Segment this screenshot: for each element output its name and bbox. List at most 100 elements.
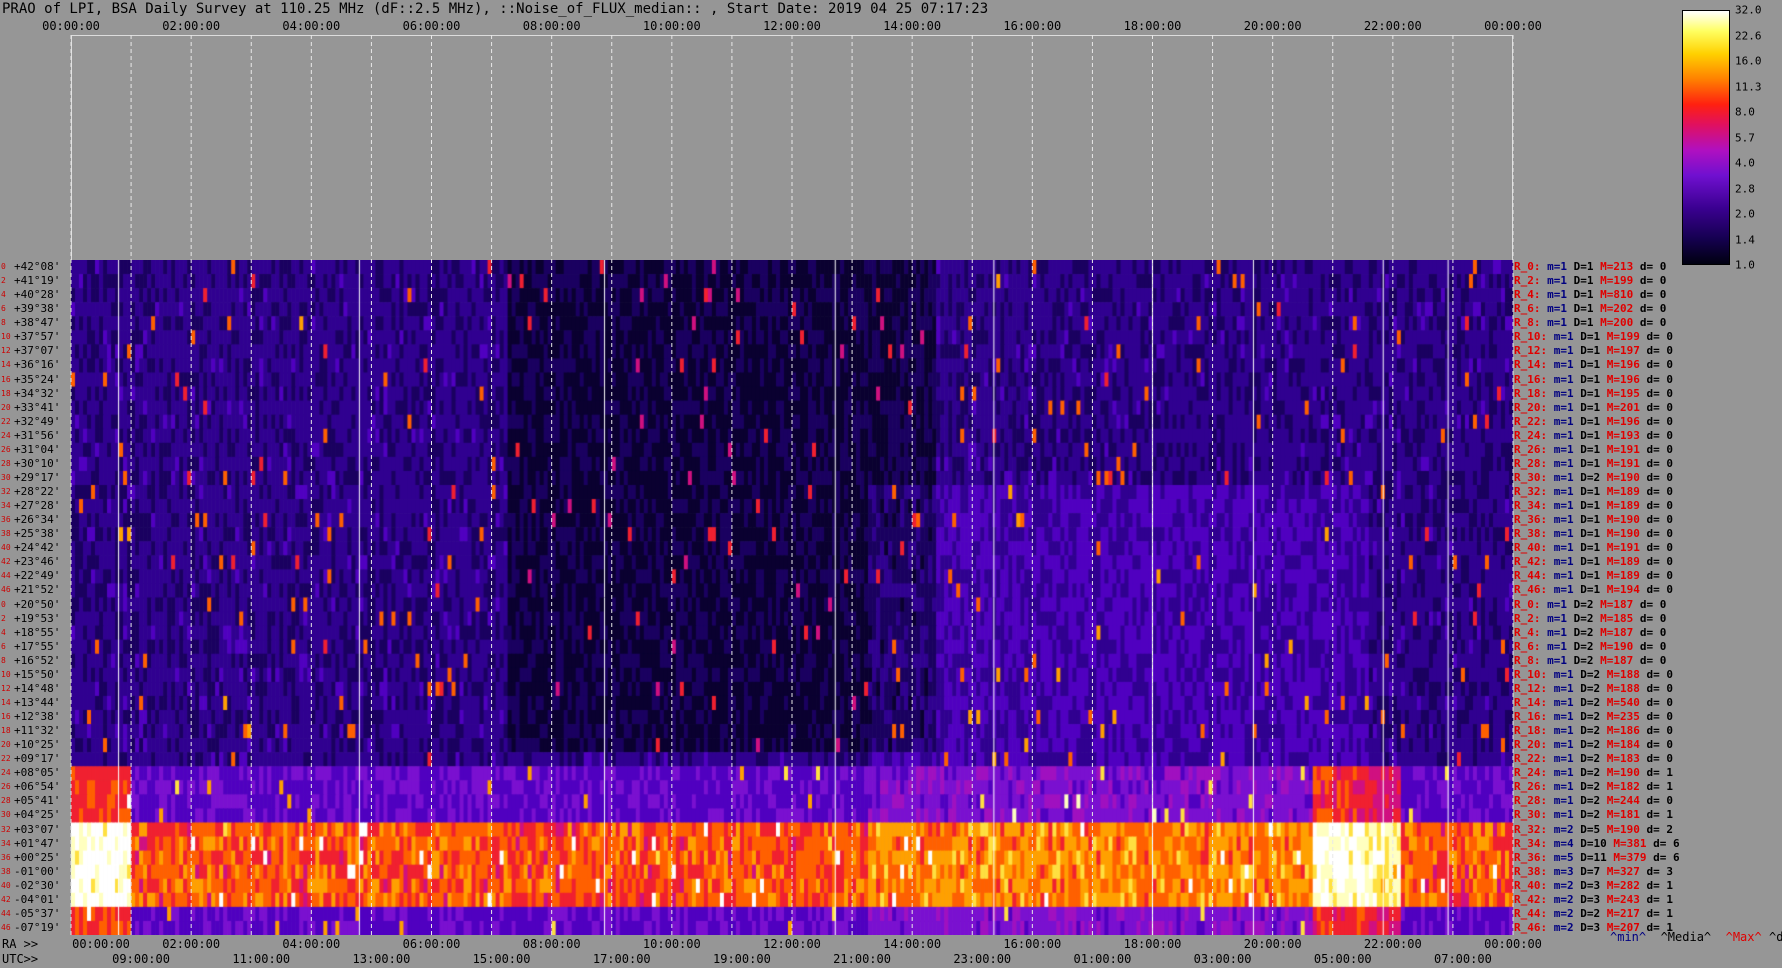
row-stat-max: M=195 <box>1606 386 1647 400</box>
ra-tick-label: 06:00:00 <box>402 937 461 951</box>
row-stat-name: R_26: <box>1514 442 1554 456</box>
declination-row-label: 2 +41°19' <box>0 274 71 288</box>
ra-tick-label: 22:00:00 <box>1363 937 1422 951</box>
row-stat: R_30: m=1 D=2 M=190 d= 0 <box>1514 471 1673 485</box>
row-stat-median: D=2 <box>1573 611 1601 625</box>
row-stat-dev: d= 0 <box>1646 414 1674 428</box>
row-stat-dev: d= 0 <box>1639 625 1667 639</box>
row-stat-min: m=1 <box>1553 428 1581 442</box>
row-index: 14 <box>1 697 11 707</box>
declination-value: +33°41' <box>14 400 61 414</box>
row-stat-median: D=2 <box>1580 695 1607 709</box>
row-stat: R_40: m=2 D=3 M=282 d= 1 <box>1514 879 1673 893</box>
row-stat-median: D=1 <box>1580 555 1607 569</box>
declination-value: +08°05' <box>14 766 61 780</box>
row-stat-min: m=2 <box>1553 892 1581 906</box>
row-stat: R_36: m=1 D=1 M=190 d= 0 <box>1514 513 1673 527</box>
row-stat-min: m=1 <box>1553 555 1581 569</box>
declination-row-label: 0 +42°08' <box>0 260 71 274</box>
declination-value: +05°41' <box>14 794 61 808</box>
row-stat-median: D=7 <box>1580 864 1607 878</box>
row-stat-dev: d= 0 <box>1646 541 1674 555</box>
row-stat: R_6: m=1 D=2 M=190 d= 0 <box>1514 640 1666 654</box>
declination-value: +37°07' <box>14 344 61 358</box>
row-index: 2 <box>1 276 6 286</box>
row-stat-median: D=1 <box>1573 274 1601 288</box>
row-stat-dev: d= 0 <box>1646 470 1674 484</box>
row-stat: R_8: m=1 D=2 M=187 d= 0 <box>1514 654 1666 668</box>
row-stat: R_26: m=1 D=2 M=182 d= 1 <box>1514 780 1673 794</box>
colorbar-tick: 16.0 <box>1735 54 1762 68</box>
row-stat-max: M=190 <box>1606 513 1647 527</box>
row-stat-max: M=187 <box>1600 625 1640 639</box>
row-index: 40 <box>1 880 11 890</box>
declination-value: -01°00' <box>14 864 61 878</box>
row-index: 0 <box>1 262 6 271</box>
declination-value: +38°47' <box>14 316 61 330</box>
legend-max: ^Max^ <box>1725 930 1762 944</box>
row-index: 38 <box>1 866 11 876</box>
row-stat-median: D=1 <box>1573 260 1601 273</box>
row-stat-dev: d= 1 <box>1646 808 1674 822</box>
top-tick-label: 00:00:00 <box>42 19 100 33</box>
declination-row-label: 8 +16°52' <box>0 654 71 668</box>
row-stat-median: D=1 <box>1580 442 1607 456</box>
row-stat-max: M=186 <box>1606 724 1647 738</box>
row-stat-name: R_34: <box>1514 836 1554 850</box>
row-stat-dev: d= 0 <box>1646 527 1674 541</box>
ra-tick-label: 10:00:00 <box>642 937 701 951</box>
row-statistics: R_0: m=1 D=1 M=213 d= 0 R_2: m=1 D=1 M=19… <box>1514 260 1782 935</box>
row-stat-name: R_42: <box>1514 892 1554 906</box>
row-stat-min: m=1 <box>1553 414 1581 428</box>
ra-tick-label: 16:00:00 <box>1003 937 1062 951</box>
row-stat: R_44: m=2 D=2 M=217 d= 1 <box>1514 907 1673 921</box>
declination-value: +35°24' <box>14 372 61 386</box>
row-stat-name: R_28: <box>1514 794 1554 808</box>
row-stat-median: D=1 <box>1573 316 1601 330</box>
declination-value: +03°07' <box>14 822 61 836</box>
row-stat-min: m=1 <box>1553 499 1581 513</box>
declination-row-label: 24 +08°05' <box>0 766 71 780</box>
row-stat-dev: d= 1 <box>1646 906 1674 920</box>
row-stat-name: R_8: <box>1514 653 1548 667</box>
row-index: 0 <box>1 599 6 609</box>
row-stat-name: R_24: <box>1514 766 1554 780</box>
row-index: 44 <box>1 571 11 581</box>
row-stat-max: M=191 <box>1606 456 1647 470</box>
row-stat-name: R_2: <box>1514 274 1548 288</box>
row-stat-max: M=189 <box>1606 499 1647 513</box>
row-stat-dev: d= 0 <box>1639 639 1667 653</box>
row-index: 28 <box>1 796 11 806</box>
row-index: 22 <box>1 416 11 426</box>
declination-value: +11°32' <box>14 724 61 738</box>
declination-row-label: 26 +06°54' <box>0 780 71 794</box>
row-stat-median: D=1 <box>1580 513 1607 527</box>
row-stat-min: m=1 <box>1553 681 1581 695</box>
row-stat-min: m=1 <box>1553 583 1581 597</box>
row-index: 6 <box>1 304 6 314</box>
row-stat-max: M=199 <box>1606 330 1647 344</box>
row-stat-min: m=1 <box>1553 400 1581 414</box>
declination-value: +18°55' <box>14 625 61 639</box>
row-stat-max: M=202 <box>1600 302 1640 316</box>
row-stat-max: M=190 <box>1606 822 1647 836</box>
declination-value: +28°22' <box>14 485 61 498</box>
row-stat-name: R_32: <box>1514 485 1554 498</box>
top-tick-label: 16:00:00 <box>1003 19 1062 33</box>
row-index: 16 <box>1 374 11 384</box>
row-stat-dev: d= 0 <box>1646 499 1674 513</box>
declination-row-label: 36 +00°25' <box>0 851 71 865</box>
row-stat-name: R_30: <box>1514 470 1554 484</box>
declination-row-label: 4 +40°28' <box>0 288 71 302</box>
declination-value: +32°49' <box>14 414 61 428</box>
colorbar-tick: 4.0 <box>1735 156 1755 170</box>
row-stat: R_44: m=1 D=1 M=189 d= 0 <box>1514 569 1673 583</box>
declination-value: +12°38' <box>14 710 61 723</box>
row-stat: R_24: m=1 D=1 M=193 d= 0 <box>1514 429 1673 443</box>
row-stat-max: M=381 <box>1613 836 1654 850</box>
row-stat-min: m=1 <box>1553 695 1581 709</box>
row-stat-median: D=3 <box>1580 920 1607 934</box>
row-stat-median: D=2 <box>1580 681 1607 695</box>
row-index: 6 <box>1 641 6 651</box>
row-stat: R_4: m=1 D=2 M=187 d= 0 <box>1514 626 1666 640</box>
